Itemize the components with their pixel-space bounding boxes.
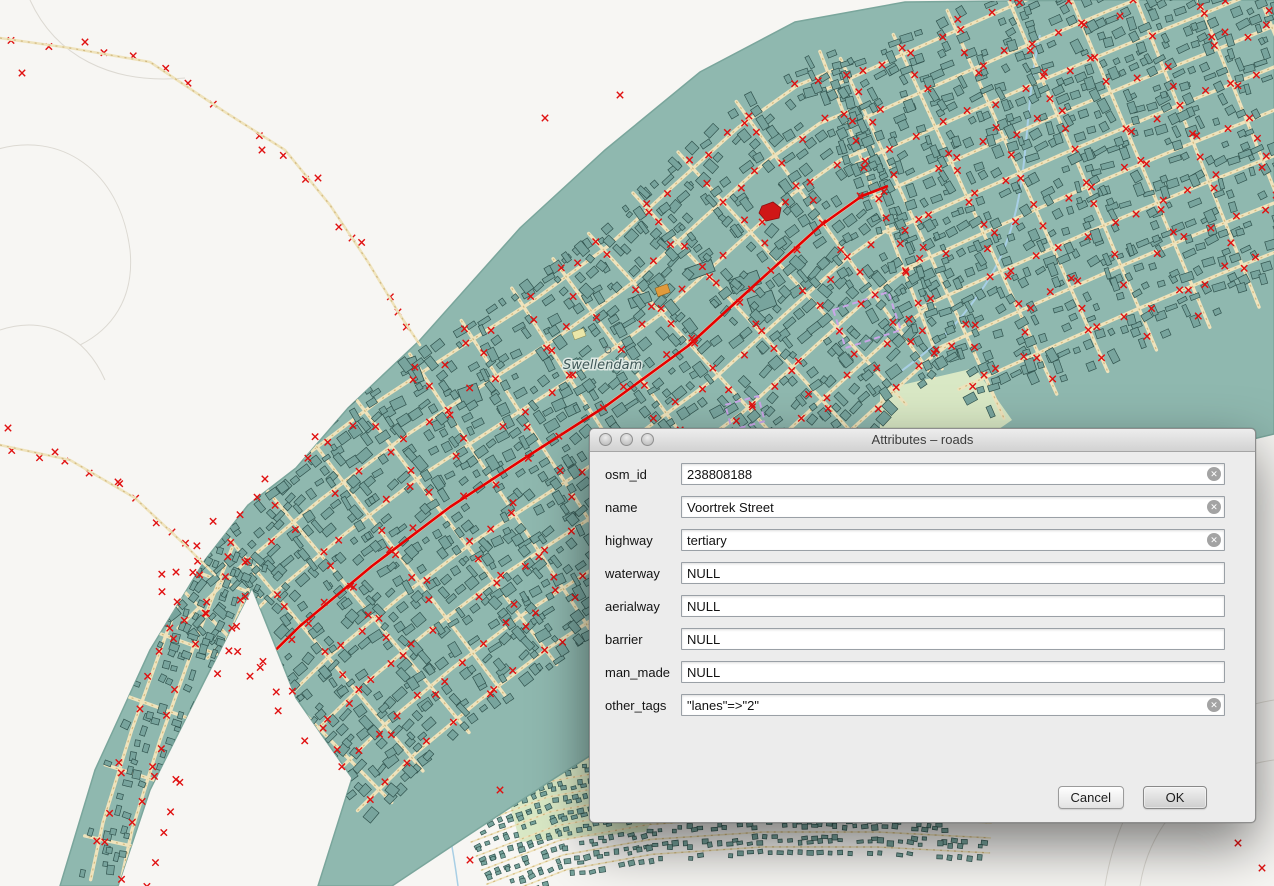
field-label-aerialway: aerialway bbox=[605, 599, 681, 614]
field-input-man_made[interactable] bbox=[681, 661, 1225, 683]
field-input-box: ✕ bbox=[681, 694, 1225, 716]
clear-field-icon[interactable]: ✕ bbox=[1207, 500, 1221, 514]
clear-field-icon[interactable]: ✕ bbox=[1207, 533, 1221, 547]
window-controls bbox=[599, 433, 654, 446]
field-row-osm_id: osm_id ✕ bbox=[605, 463, 1225, 485]
zoom-window-button[interactable] bbox=[641, 433, 654, 446]
field-input-other_tags[interactable] bbox=[681, 694, 1225, 716]
clear-field-icon[interactable]: ✕ bbox=[1207, 467, 1221, 481]
field-label-barrier: barrier bbox=[605, 632, 681, 647]
field-input-box bbox=[681, 595, 1225, 617]
field-input-barrier[interactable] bbox=[681, 628, 1225, 650]
attributes-dialog: Attributes – roads osm_id ✕ name ✕ highway ✕ w… bbox=[589, 428, 1256, 823]
map-place-label: Swellendam bbox=[563, 358, 642, 373]
field-input-box bbox=[681, 661, 1225, 683]
field-row-aerialway: aerialway bbox=[605, 595, 1225, 617]
field-row-highway: highway ✕ bbox=[605, 529, 1225, 551]
field-row-name: name ✕ bbox=[605, 496, 1225, 518]
field-input-aerialway[interactable] bbox=[681, 595, 1225, 617]
field-input-waterway[interactable] bbox=[681, 562, 1225, 584]
field-label-highway: highway bbox=[605, 533, 681, 548]
field-input-name[interactable] bbox=[681, 496, 1225, 518]
field-label-name: name bbox=[605, 500, 681, 515]
dialog-buttons: Cancel OK bbox=[1058, 786, 1207, 809]
dialog-titlebar[interactable]: Attributes – roads bbox=[590, 429, 1255, 452]
dialog-title: Attributes – roads bbox=[872, 432, 974, 447]
field-label-waterway: waterway bbox=[605, 566, 681, 581]
field-input-box: ✕ bbox=[681, 529, 1225, 551]
field-label-man_made: man_made bbox=[605, 665, 681, 680]
field-row-other_tags: other_tags ✕ bbox=[605, 694, 1225, 716]
ok-button[interactable]: OK bbox=[1143, 786, 1207, 809]
field-label-osm_id: osm_id bbox=[605, 467, 681, 482]
cancel-button[interactable]: Cancel bbox=[1058, 786, 1124, 809]
minimize-window-button[interactable] bbox=[620, 433, 633, 446]
field-row-man_made: man_made bbox=[605, 661, 1225, 683]
clear-field-icon[interactable]: ✕ bbox=[1207, 698, 1221, 712]
field-input-osm_id[interactable] bbox=[681, 463, 1225, 485]
field-input-box bbox=[681, 628, 1225, 650]
field-input-box bbox=[681, 562, 1225, 584]
field-row-waterway: waterway bbox=[605, 562, 1225, 584]
close-window-button[interactable] bbox=[599, 433, 612, 446]
attributes-form: osm_id ✕ name ✕ highway ✕ waterway aerialway bar… bbox=[590, 452, 1255, 716]
field-input-highway[interactable] bbox=[681, 529, 1225, 551]
field-input-box: ✕ bbox=[681, 496, 1225, 518]
field-label-other_tags: other_tags bbox=[605, 698, 681, 713]
field-input-box: ✕ bbox=[681, 463, 1225, 485]
field-row-barrier: barrier bbox=[605, 628, 1225, 650]
